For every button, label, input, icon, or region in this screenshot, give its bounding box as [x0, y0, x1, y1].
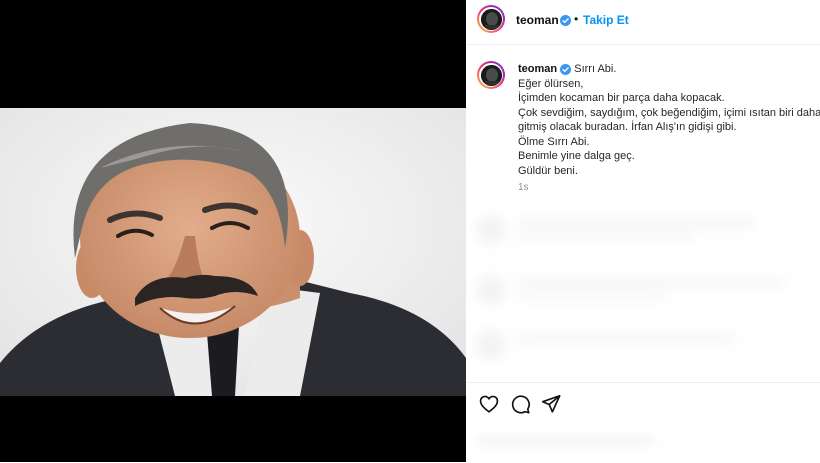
- caption-avatar[interactable]: [477, 61, 505, 89]
- verified-badge-icon: [560, 63, 572, 75]
- likes-area: [476, 428, 806, 458]
- caption-line: İçimden kocaman bir parça daha kopacak.: [518, 92, 725, 104]
- post-header: teoman • Takip Et: [466, 0, 820, 45]
- follow-button[interactable]: Takip Et: [583, 13, 629, 27]
- caption-first-line: teoman Sırrı Abi.: [518, 62, 818, 77]
- caption-line: Çok sevdiğim, saydığım, çok beğendiğim, …: [518, 106, 820, 119]
- caption-line: Ölme Sırrı Abi.: [518, 135, 590, 148]
- caption-line: Sırrı Abi.: [574, 63, 617, 75]
- caption-line: gitmiş olacak buradan. İrfan Alış'ın gid…: [518, 121, 737, 133]
- comment-icon[interactable]: [509, 393, 531, 415]
- post-actions: [466, 382, 820, 423]
- header-separator: •: [574, 12, 579, 26]
- post-media: [0, 0, 466, 462]
- avatar[interactable]: [477, 5, 505, 33]
- share-icon[interactable]: [540, 393, 562, 415]
- post-timestamp: 1s: [518, 182, 529, 193]
- post-photo: [0, 108, 466, 396]
- caption-line: Eğer ölürsen,: [518, 77, 584, 90]
- post-panel: teoman • Takip Et teoman Sırrı Abi. Eğer…: [466, 0, 820, 462]
- heart-icon[interactable]: [478, 393, 500, 415]
- post-caption: teoman Sırrı Abi. Eğer ölürsen, İçimden …: [518, 62, 820, 178]
- header-username[interactable]: teoman: [516, 13, 559, 27]
- comments-area: [476, 205, 811, 375]
- caption-line: Benimle yine dalga geç.: [518, 150, 635, 162]
- caption-username[interactable]: teoman: [518, 63, 557, 75]
- verified-badge-icon: [560, 15, 571, 26]
- caption-line: Güldür beni.: [518, 164, 578, 177]
